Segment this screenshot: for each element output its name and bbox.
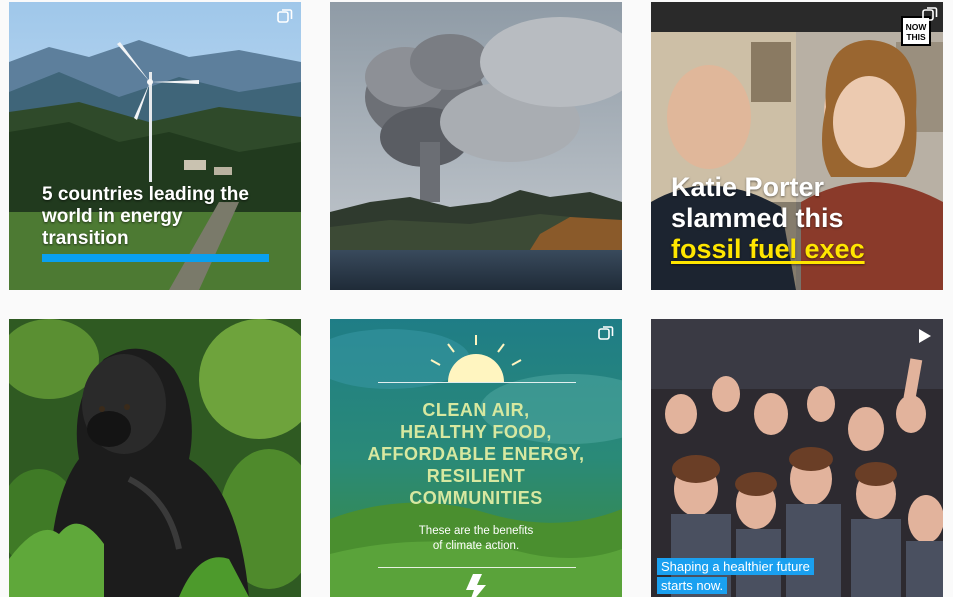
post-image-volcano-eruption — [330, 2, 622, 290]
video-subtitle: Shaping a healthier future starts now. — [657, 557, 857, 595]
carousel-icon — [922, 7, 938, 21]
post-tile-healthier-future[interactable]: Shaping a healthier future starts now. — [651, 319, 943, 597]
carousel-icon — [277, 9, 293, 23]
post-tile-climate-action[interactable]: CLEAN AIR, HEALTHY FOOD, AFFORDABLE ENER… — [330, 319, 622, 597]
video-play-icon — [919, 329, 931, 343]
post-tile-katie-porter[interactable]: NOW THIS Katie Porter slammed this fossi… — [651, 2, 943, 290]
caption-accent-bar — [42, 254, 269, 262]
post-tile-gorilla[interactable] — [9, 319, 301, 597]
benefits-subtext: These are the benefits of climate action… — [418, 525, 534, 552]
post-headline: Katie Porter slammed this fossil fuel ex… — [671, 172, 865, 264]
post-caption: 5 countries leading the world in energy … — [42, 184, 249, 249]
post-image-crowd — [651, 319, 943, 597]
benefits-headline: CLEAN AIR, HEALTHY FOOD, AFFORDABLE ENER… — [367, 400, 585, 508]
post-image-gorilla — [9, 319, 301, 597]
post-tile-energy-transition[interactable]: 5 countries leading the world in energy … — [9, 2, 301, 290]
carousel-icon — [598, 326, 614, 340]
post-tile-volcano[interactable] — [330, 2, 622, 290]
divider-top — [378, 382, 576, 383]
post-grid: 5 countries leading the world in energy … — [0, 0, 953, 597]
divider-bottom — [378, 567, 576, 568]
